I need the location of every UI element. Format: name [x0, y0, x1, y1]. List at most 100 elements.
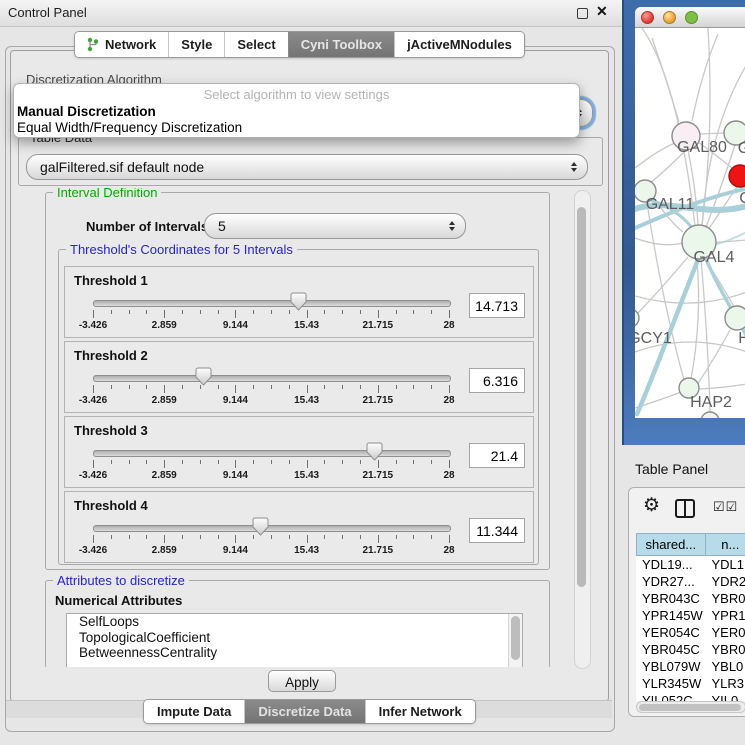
- scrollbar-thumb[interactable]: [511, 616, 520, 660]
- attributes-group-label: Attributes to discretize: [53, 573, 189, 588]
- network-node-label: GAL4: [694, 249, 735, 266]
- slider-track[interactable]: [93, 450, 451, 457]
- interval-definition-group: Interval Definition Number of Intervals …: [45, 192, 550, 570]
- slider-track[interactable]: [93, 300, 451, 307]
- table-header: shared... n...: [636, 533, 745, 556]
- numerical-attributes-label: Numerical Attributes: [55, 593, 182, 608]
- table-row[interactable]: YDR27...YDR2: [636, 573, 745, 590]
- table-data-select[interactable]: galFiltered.sif default node: [26, 154, 588, 180]
- apply-button[interactable]: Apply: [268, 670, 336, 692]
- table-cell: YBL0: [705, 658, 745, 675]
- threshold-4-panel: Threshold 4 -3.4262.8599.14415.4321.7152…: [64, 491, 534, 563]
- number-of-intervals-select[interactable]: 5: [204, 213, 466, 239]
- table-row[interactable]: YDL19...YDL1: [636, 556, 745, 573]
- split-columns-icon[interactable]: [675, 499, 695, 518]
- threshold-1-value[interactable]: 14.713: [469, 293, 525, 318]
- network-node-label: GAL11: [646, 196, 695, 213]
- slider-ticks: [93, 460, 449, 469]
- table-cell: YER0: [705, 624, 745, 641]
- attribute-list-item[interactable]: TopologicalCoefficient: [67, 630, 522, 646]
- network-node[interactable]: [701, 412, 719, 418]
- settings-scroll-area: Interval Definition Number of Intervals …: [14, 188, 596, 667]
- table-row[interactable]: YBL079WYBL0: [636, 658, 745, 675]
- threshold-4-value[interactable]: 11.344: [469, 518, 525, 543]
- network-icon: [87, 37, 99, 52]
- table-cell: YLR345W: [636, 675, 705, 692]
- threshold-1-slider[interactable]: -3.4262.8599.14415.4321.71528: [93, 267, 449, 337]
- slider-thumb-icon[interactable]: [366, 442, 383, 461]
- threshold-3-value[interactable]: 21.4: [469, 443, 525, 468]
- network-window-titlebar: [635, 7, 745, 28]
- table-body: YDL19...YDL1YDR27...YDR2YBR043CYBR0YPR14…: [636, 556, 745, 701]
- popup-item-equal-width-frequency[interactable]: Equal Width/Frequency Discretization: [14, 120, 579, 136]
- network-node-label: C: [739, 190, 745, 207]
- tab-select[interactable]: Select: [224, 32, 287, 57]
- table-row[interactable]: YER054CYER0: [636, 624, 745, 641]
- table-cell: YPR1: [705, 607, 745, 624]
- window-title: Control Panel: [8, 5, 87, 20]
- table-row[interactable]: YBR045CYBR0: [636, 641, 745, 658]
- gear-icon[interactable]: ⚙: [643, 494, 660, 517]
- tab-network[interactable]: Network: [75, 32, 168, 57]
- tab-style[interactable]: Style: [168, 32, 224, 57]
- column-header-shared-name[interactable]: shared...: [636, 533, 706, 556]
- table-cell: YDR2: [705, 573, 745, 590]
- scrollbar-thumb[interactable]: [577, 207, 586, 587]
- threshold-2-value[interactable]: 6.316: [469, 368, 525, 393]
- slider-thumb-icon[interactable]: [252, 517, 269, 536]
- float-window-icon[interactable]: [577, 8, 588, 19]
- slider-track[interactable]: [93, 525, 451, 532]
- list-scrollbar[interactable]: [508, 614, 522, 667]
- settings-scrollbar[interactable]: [574, 190, 591, 669]
- table-row[interactable]: YIL052CYIL0: [636, 692, 745, 701]
- numerical-attributes-list[interactable]: SelfLoopsTopologicalCoefficientBetweenne…: [66, 613, 523, 667]
- close-icon[interactable]: ✕: [596, 3, 608, 20]
- table-horizontal-scrollbar[interactable]: [636, 701, 745, 713]
- table-cell: YBR045C: [636, 641, 705, 658]
- screenshot-root: Control Panel ✕ Network Style Select Cyn…: [0, 0, 745, 745]
- table-row[interactable]: YLR345WYLR3: [636, 675, 745, 692]
- close-traffic-light-icon[interactable]: [641, 11, 654, 24]
- network-node[interactable]: [729, 165, 745, 187]
- slider-thumb-icon[interactable]: [195, 367, 212, 386]
- network-node[interactable]: [725, 306, 745, 330]
- table-row[interactable]: YPR145WYPR1: [636, 607, 745, 624]
- tab-infer-network[interactable]: Infer Network: [365, 700, 475, 723]
- column-header-name[interactable]: n...: [706, 533, 745, 556]
- tab-jactivemnodules[interactable]: jActiveMNodules: [394, 32, 524, 57]
- slider-tick-labels: -3.4262.8599.14415.4321.71528: [93, 470, 449, 482]
- tab-cyni-toolbox[interactable]: Cyni Toolbox: [288, 32, 394, 57]
- zoom-traffic-light-icon[interactable]: [685, 11, 698, 24]
- threshold-3-slider[interactable]: -3.4262.8599.14415.4321.71528: [93, 417, 449, 487]
- slider-track[interactable]: [93, 375, 451, 382]
- table-panel: ⚙ ☑☑ shared... n... YDL19...YDL1YDR27...…: [628, 487, 745, 717]
- slider-ticks: [93, 535, 449, 544]
- tab-discretize-data[interactable]: Discretize Data: [244, 700, 364, 723]
- popup-item-manual-discretization[interactable]: Manual Discretization: [14, 104, 579, 120]
- threshold-1-panel: Threshold 1 -3.4262.8599.14415.4321.7152…: [64, 266, 534, 338]
- table-row[interactable]: YBR043CYBR0: [636, 590, 745, 607]
- thresholds-group-label: Threshold's Coordinates for 5 Intervals: [66, 242, 297, 257]
- attribute-list-item[interactable]: SelfLoops: [67, 614, 522, 630]
- scrollbar-thumb[interactable]: [639, 704, 741, 711]
- table-cell: YDL1: [705, 556, 745, 573]
- network-canvas[interactable]: GAL80GCGAL11GAL4GCY1HHAP2: [635, 28, 745, 418]
- slider-tick-labels: -3.4262.8599.14415.4321.71528: [93, 395, 449, 407]
- threshold-2-panel: Threshold 2 -3.4262.8599.14415.4321.7152…: [64, 341, 534, 413]
- number-of-intervals-label: Number of Intervals: [86, 219, 208, 234]
- threshold-4-slider[interactable]: -3.4262.8599.14415.4321.71528: [93, 492, 449, 562]
- select-columns-checkboxes-icon[interactable]: ☑☑: [713, 499, 738, 515]
- slider-thumb-icon[interactable]: [290, 292, 307, 311]
- tab-impute-data[interactable]: Impute Data: [144, 700, 244, 723]
- table-cell: YIL052C: [636, 692, 705, 701]
- network-node-label: H: [738, 330, 745, 347]
- control-panel-titlebar: Control Panel ✕: [0, 0, 622, 27]
- table-cell: YLR3: [705, 675, 745, 692]
- slider-ticks: [93, 310, 449, 319]
- stepper-arrows: [449, 221, 455, 231]
- table-cell: YIL0: [705, 692, 745, 701]
- attribute-list-item[interactable]: BetweennessCentrality: [67, 645, 522, 661]
- threshold-2-slider[interactable]: -3.4262.8599.14415.4321.71528: [93, 342, 449, 412]
- table-cell: YBR0: [705, 590, 745, 607]
- minimize-traffic-light-icon[interactable]: [663, 11, 676, 24]
